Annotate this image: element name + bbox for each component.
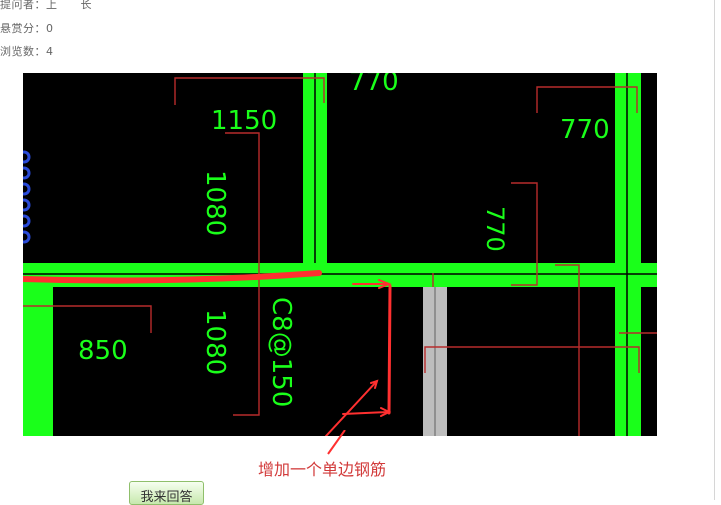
bounty-value: 0 — [46, 22, 54, 35]
rebar-drawing-svg: 770 770 1150 1080 770 1080 850 C8@150 — [23, 73, 657, 436]
dimension-label: 850 — [78, 336, 128, 366]
question-bounty: 悬赏分：0 — [0, 20, 54, 36]
rebar-spec-label: C8@150 — [266, 297, 296, 407]
dimension-label: 770 — [349, 73, 399, 97]
red-vertical-stroke — [387, 284, 392, 415]
dimension-label: 1150 — [211, 106, 277, 136]
annotation-text: 增加一个单边钢筋 — [258, 460, 387, 479]
beam-vertical-bottom-left — [23, 273, 53, 436]
views-label: 浏览数： — [0, 45, 46, 58]
answer-button[interactable]: 我来回答 — [129, 481, 204, 505]
question-asker: 提问者：上 长 — [0, 0, 92, 12]
views-value: 4 — [46, 45, 54, 58]
dimension-label: 1080 — [200, 170, 230, 236]
dimension-label: 770 — [481, 206, 509, 252]
callout-pointer — [327, 430, 346, 455]
content-border — [714, 0, 715, 500]
bounty-label: 悬赏分： — [0, 22, 46, 35]
asker-value: 上 长 — [46, 0, 92, 11]
dimension-label: 1080 — [200, 309, 230, 375]
question-views: 浏览数：4 — [0, 43, 54, 59]
beam-vertical-right — [615, 73, 641, 436]
rebar-drawing-image: 770 770 1150 1080 770 1080 850 C8@150 — [23, 73, 657, 436]
asker-label: 提问者： — [0, 0, 46, 11]
dimension-label: 770 — [560, 115, 610, 145]
